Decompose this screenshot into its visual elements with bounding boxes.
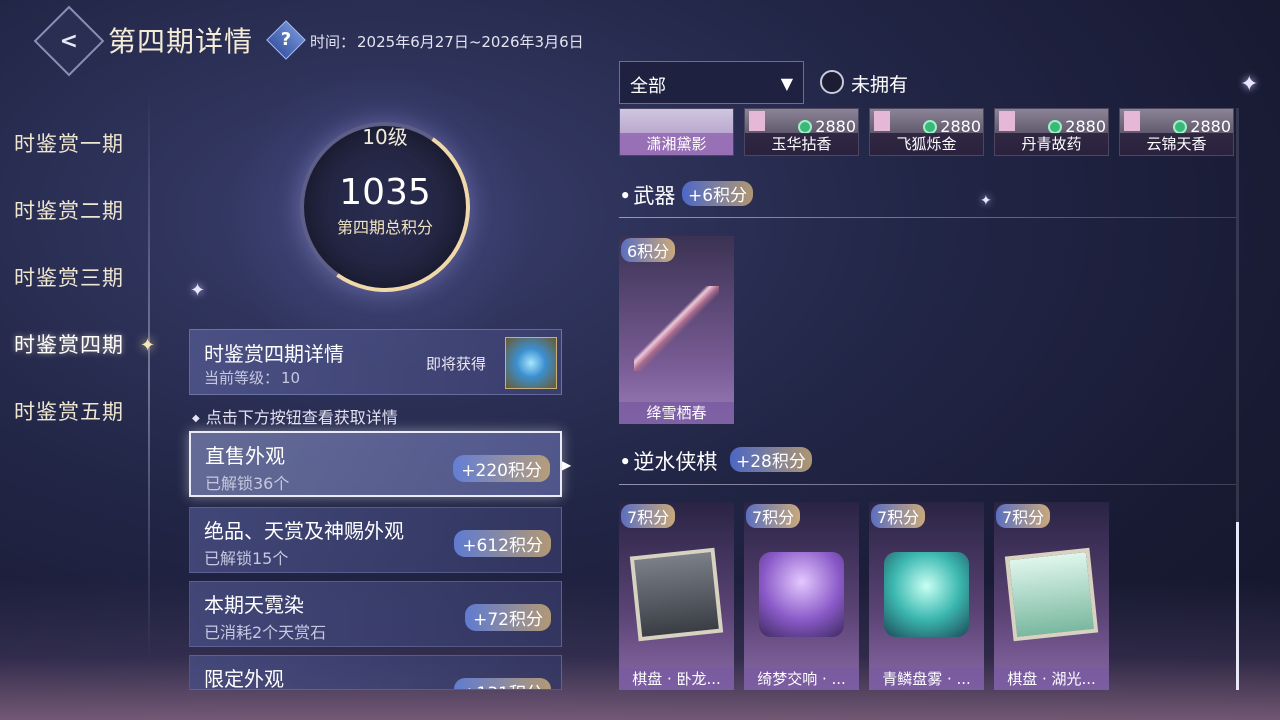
category-subtitle: 已消耗2个天赏石 (204, 623, 327, 642)
item-card[interactable]: 7积分 棋盘 · 湖光... (994, 502, 1109, 690)
nav-divider (148, 90, 150, 660)
tip-text: 点击下方按钮查看获取详情 (192, 404, 398, 428)
period-detail-card[interactable]: 时鉴赏四期详情 当前等级： 10 即将获得 (189, 329, 562, 395)
item-points: 7积分 (871, 504, 926, 528)
section-divider (619, 217, 1236, 218)
category-subtitle: 已解锁36个 (205, 474, 290, 493)
sparkle-icon: ✦ (1240, 72, 1259, 97)
weapon-image (634, 286, 719, 371)
category-title: 直售外观 (205, 444, 285, 468)
tag-icon (874, 111, 890, 131)
category-title: 绝品、天赏及神赐外观 (204, 519, 404, 543)
item-points: 7积分 (996, 504, 1051, 528)
item-card[interactable]: 潇湘黛影 (619, 108, 734, 156)
chessboard-image (1004, 547, 1099, 642)
section-title-chess: 逆水侠棋 (619, 446, 717, 476)
item-name: 玉华拈香 (745, 133, 858, 155)
tag-icon (749, 111, 765, 131)
nav-item-period-1[interactable]: 时鉴赏一期 (14, 128, 124, 195)
item-name: 青鳞盘雾 · ... (869, 668, 984, 690)
current-level: 当前等级： 10 (204, 367, 300, 388)
active-nav-indicator-icon: ✦ (140, 335, 156, 356)
chessboard-image (629, 547, 724, 642)
category-limited[interactable]: 限定外观 +131积分 (189, 655, 562, 690)
selected-arrow-icon: ▶ (562, 458, 572, 472)
category-title: 限定外观 (204, 667, 284, 690)
section-points: +6积分 (682, 181, 754, 206)
item-name: 飞狐烁金 (870, 133, 983, 155)
item-points: 7积分 (746, 504, 801, 528)
top-item-row: 潇湘黛影 2880 玉华拈香 2880 飞狐烁金 2880 丹青故药 2880 … (619, 108, 1239, 156)
category-points: +612积分 (454, 530, 551, 557)
item-card[interactable]: 7积分 棋盘 · 卧龙... (619, 502, 734, 690)
item-card[interactable]: 6积分 绛雪栖春 (619, 236, 734, 424)
category-points: +72积分 (465, 604, 551, 631)
category-dye[interactable]: 本期天霓染 已消耗2个天赏石 +72积分 (189, 581, 562, 647)
total-score-label: 第四期总积分 (336, 218, 433, 237)
detail-title: 时鉴赏四期详情 (204, 342, 344, 366)
section-title-weapon: 武器 (619, 180, 675, 210)
item-name: 棋盘 · 卧龙... (619, 668, 734, 690)
category-premium[interactable]: 绝品、天赏及神赐外观 已解锁15个 +612积分 (189, 507, 562, 573)
section-divider (619, 484, 1236, 485)
time-label: 时间： (310, 33, 356, 51)
item-card[interactable]: 2880 飞狐烁金 (869, 108, 984, 156)
time-range: 时间： 2025年6月27日~2026年3月6日 (310, 31, 584, 52)
category-subtitle: 已解锁15个 (204, 549, 289, 568)
unowned-radio[interactable] (820, 70, 844, 94)
back-arrow-icon: < (59, 28, 79, 54)
item-card[interactable]: 7积分 绮梦交响 · ... (744, 502, 859, 690)
items-list: 潇湘黛影 2880 玉华拈香 2880 飞狐烁金 2880 丹青故药 2880 … (619, 108, 1239, 690)
upcoming-reward-label: 即将获得 (426, 355, 487, 373)
jade-coin-icon (1173, 120, 1188, 134)
tag-icon (1124, 111, 1140, 131)
item-card[interactable]: 2880 丹青故药 (994, 108, 1109, 156)
help-icon[interactable]: ? (266, 20, 306, 60)
item-name: 绛雪栖春 (619, 402, 734, 424)
jade-coin-icon (923, 120, 938, 134)
time-value: 2025年6月27日~2026年3月6日 (357, 33, 584, 51)
section-points: +28积分 (730, 447, 812, 472)
category-title: 本期天霓染 (204, 593, 304, 617)
item-name: 绮梦交响 · ... (744, 668, 859, 690)
item-name: 潇湘黛影 (620, 133, 733, 155)
level-label: 10级 (362, 125, 408, 149)
filter-dropdown[interactable]: 全部 ▼ (619, 61, 804, 104)
item-points: 7积分 (621, 504, 676, 528)
category-points: +131积分 (454, 678, 551, 689)
back-button[interactable]: < (33, 5, 105, 77)
unowned-label[interactable]: 未拥有 (851, 70, 908, 97)
item-name: 棋盘 · 湖光... (994, 668, 1109, 690)
chevron-down-icon: ▼ (780, 74, 793, 93)
item-card[interactable]: 2880 云锦天香 (1119, 108, 1234, 156)
chess-set-image (759, 552, 844, 637)
category-direct-sale[interactable]: 直售外观 已解锁36个 +220积分 (189, 431, 562, 497)
scrollbar-thumb[interactable] (1236, 522, 1239, 690)
sparkle-icon: ✦ (190, 280, 206, 301)
category-points: +220积分 (453, 455, 550, 482)
total-score: 1035 (339, 172, 431, 213)
nav-item-period-3[interactable]: 时鉴赏三期 (14, 262, 124, 329)
current-level-label: 当前等级： (204, 369, 280, 387)
page-title: 第四期详情 (108, 25, 254, 58)
upcoming-reward-icon[interactable] (505, 337, 557, 389)
item-name: 云锦天香 (1120, 133, 1233, 155)
item-points: 6积分 (621, 238, 676, 262)
chess-set-image (884, 552, 969, 637)
tag-icon (999, 111, 1015, 131)
nav-item-period-2[interactable]: 时鉴赏二期 (14, 195, 124, 262)
jade-coin-icon (1048, 120, 1063, 134)
current-level-value: 10 (281, 369, 301, 387)
item-card[interactable]: 7积分 青鳞盘雾 · ... (869, 502, 984, 690)
filter-selected: 全部 (630, 76, 666, 97)
item-name: 丹青故药 (995, 133, 1108, 155)
nav-item-period-4[interactable]: 时鉴赏四期 (14, 329, 124, 396)
period-nav: 时鉴赏一期 时鉴赏二期 时鉴赏三期 时鉴赏四期 时鉴赏五期 (14, 128, 124, 463)
jade-coin-icon (798, 120, 813, 134)
item-card[interactable]: 2880 玉华拈香 (744, 108, 859, 156)
nav-item-period-5[interactable]: 时鉴赏五期 (14, 396, 124, 463)
